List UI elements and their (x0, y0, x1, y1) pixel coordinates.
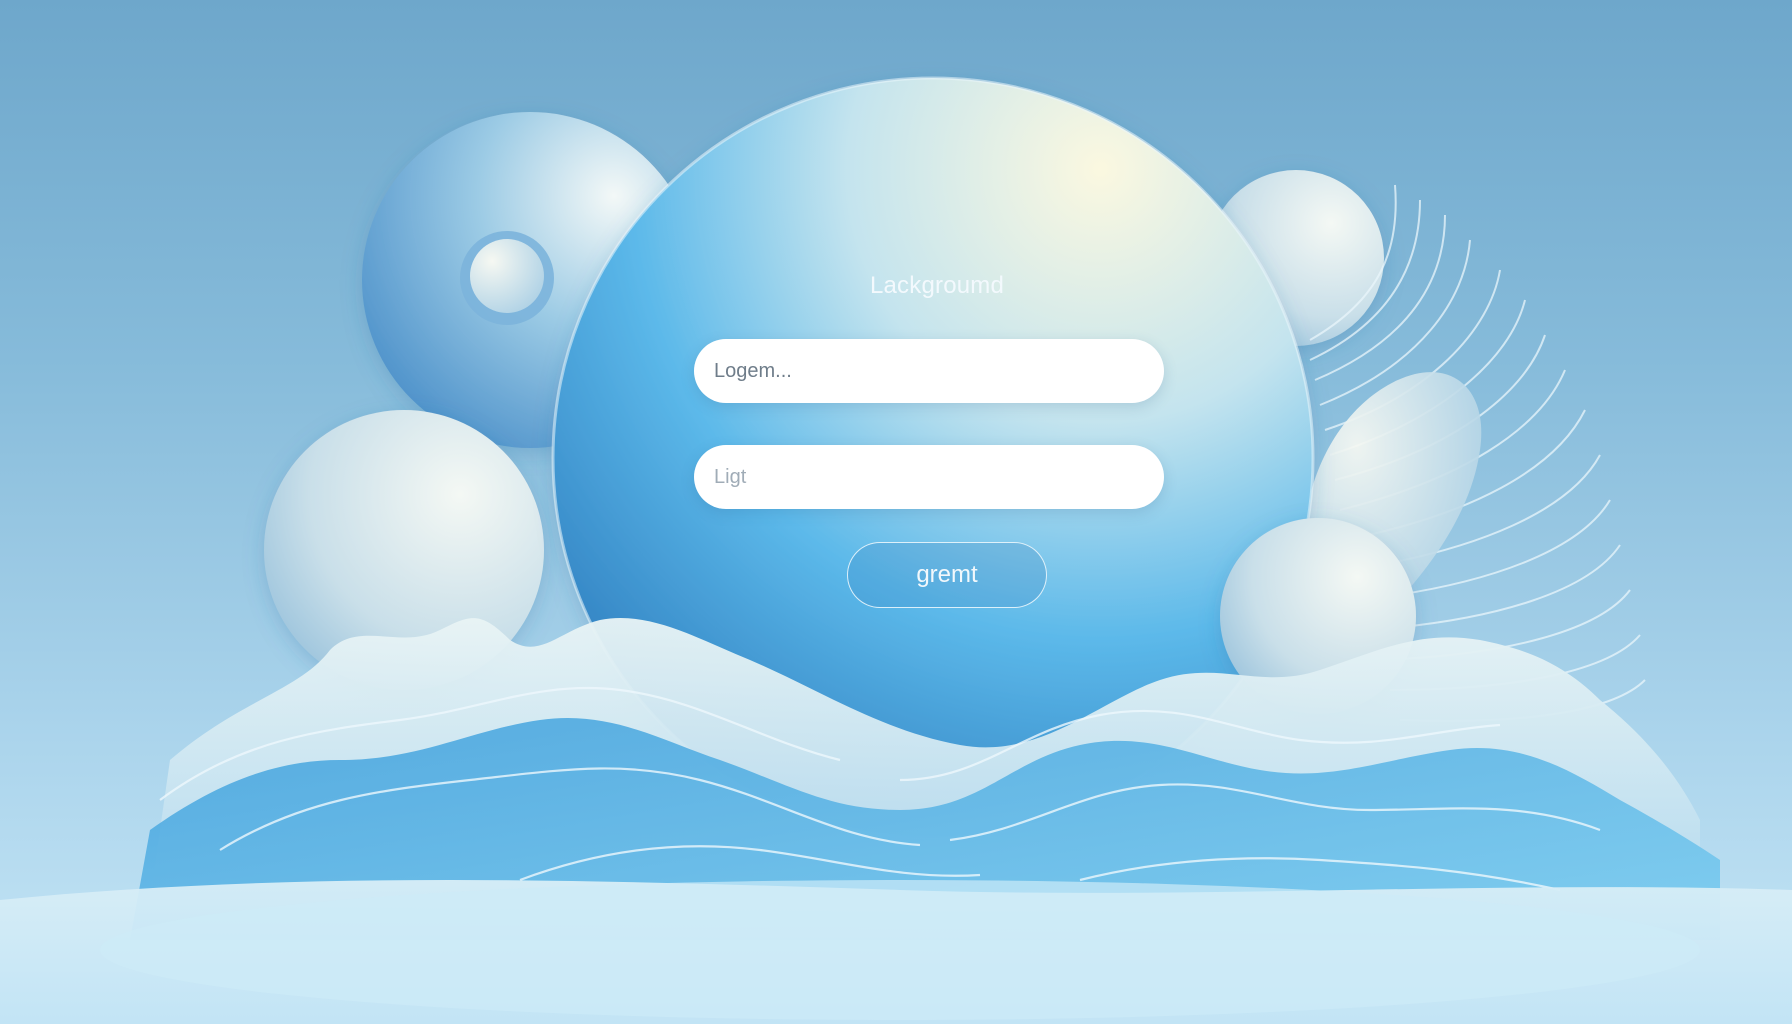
submit-button[interactable]: gremt (847, 542, 1047, 608)
password-input[interactable] (712, 464, 1146, 490)
username-input[interactable] (712, 358, 1146, 384)
form-title: Lackgroumd (869, 272, 1005, 299)
username-field[interactable] (694, 339, 1164, 403)
password-field[interactable] (694, 445, 1164, 509)
login-scene: Lackgroumd gremt (0, 0, 1792, 1024)
login-form: Lackgroumd gremt (0, 0, 1792, 1024)
